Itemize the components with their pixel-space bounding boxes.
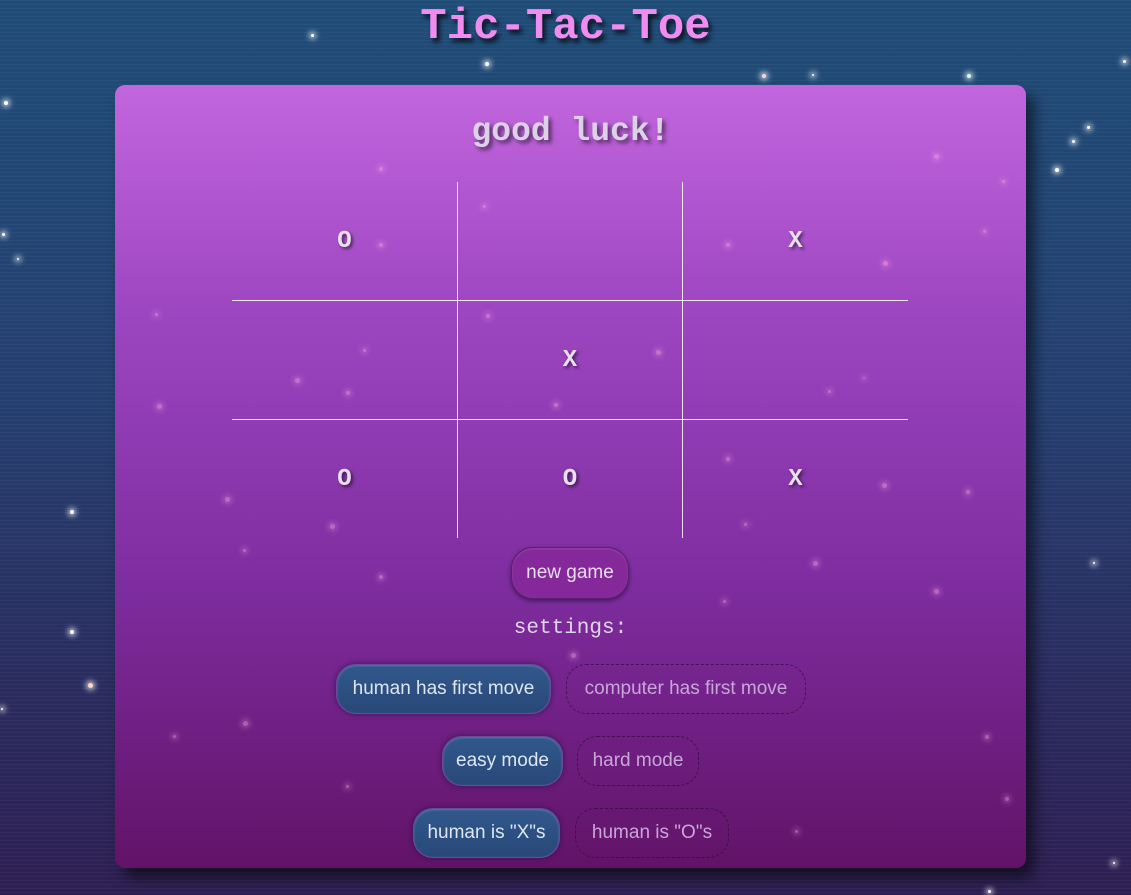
star [1072, 140, 1075, 143]
glow-particle [379, 167, 383, 171]
human-first-move-toggle[interactable]: human has first move [336, 664, 551, 714]
board-cell-3-2[interactable]: O [458, 420, 683, 538]
page-title: Tic-Tac-Toe [420, 2, 711, 52]
board-cell-3-1[interactable]: O [232, 420, 458, 538]
star [1087, 126, 1090, 129]
star [1093, 562, 1095, 564]
glow-particle [813, 561, 818, 566]
hard-mode-toggle[interactable]: hard mode [577, 736, 699, 786]
board-cell-3-3[interactable]: X [683, 420, 908, 538]
glow-particle [155, 313, 158, 316]
star [812, 74, 814, 76]
glow-particle [243, 549, 246, 552]
glow-particle [225, 497, 230, 502]
easy-mode-toggle[interactable]: easy mode [442, 736, 563, 786]
glow-particle [934, 589, 939, 594]
glow-particle [1005, 797, 1009, 801]
computer-first-move-toggle[interactable]: computer has first move [566, 664, 806, 714]
new-game-button[interactable]: new game [511, 547, 629, 599]
human-is-o-toggle[interactable]: human is "O"s [575, 808, 729, 858]
board-cell-2-1[interactable] [232, 301, 458, 420]
star [762, 74, 766, 78]
glow-particle [795, 830, 798, 833]
settings-label: settings: [513, 617, 628, 640]
game-status: good luck! [471, 113, 670, 150]
star [88, 683, 93, 688]
game-panel: good luck! O X X O O X new game settings… [115, 85, 1026, 868]
board-cell-2-3[interactable] [683, 301, 908, 420]
game-board: O X X O O X [232, 182, 908, 538]
star [1113, 862, 1115, 864]
star [2, 233, 5, 236]
board-cell-1-2[interactable] [458, 182, 683, 301]
glow-particle [571, 653, 576, 658]
star [70, 510, 74, 514]
star [967, 74, 971, 78]
glow-particle [346, 785, 349, 788]
star [485, 62, 489, 66]
board-cell-1-1[interactable]: O [232, 182, 458, 301]
star [4, 101, 8, 105]
glow-particle [983, 230, 986, 233]
glow-particle [157, 404, 162, 409]
star [17, 258, 19, 260]
board-cell-1-3[interactable]: X [683, 182, 908, 301]
glow-particle [723, 600, 726, 603]
star [70, 630, 74, 634]
board-cell-2-2[interactable]: X [458, 301, 683, 420]
glow-particle [243, 721, 248, 726]
star [1, 708, 3, 710]
glow-particle [379, 575, 383, 579]
star [1123, 60, 1126, 63]
glow-particle [966, 490, 970, 494]
glow-particle [173, 735, 176, 738]
star [988, 890, 991, 893]
glow-particle [1002, 180, 1005, 183]
star [1055, 168, 1059, 172]
glow-particle [934, 154, 939, 159]
human-is-x-toggle[interactable]: human is "X"s [413, 808, 560, 858]
glow-particle [985, 735, 989, 739]
